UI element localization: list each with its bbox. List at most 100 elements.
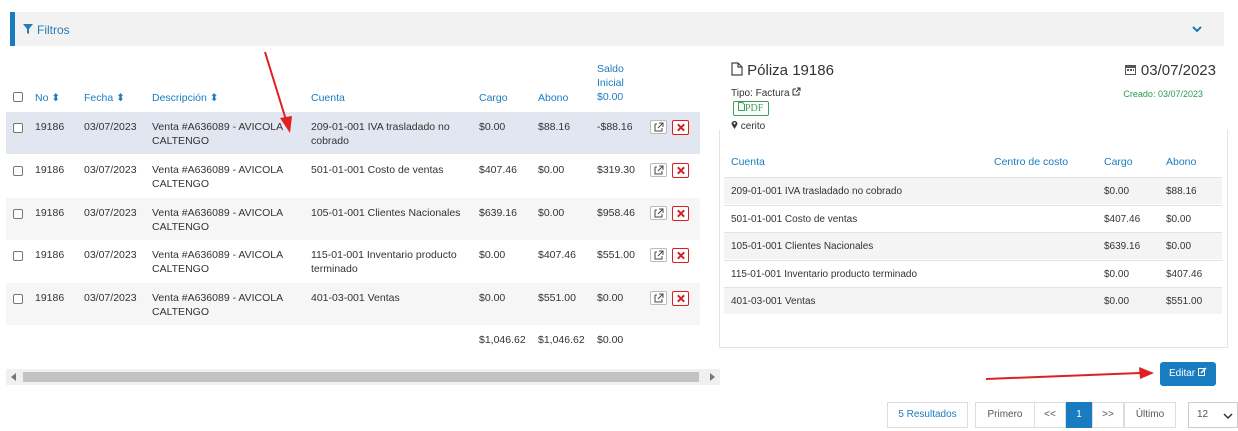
- open-external-button[interactable]: [650, 120, 667, 134]
- detail-row: 105-01-001 Clientes Nacionales $639.16 $0.…: [724, 232, 1222, 259]
- page-1-button[interactable]: 1: [1066, 402, 1092, 428]
- delete-button[interactable]: [672, 248, 689, 263]
- cell-cuenta2: cobrado: [311, 135, 349, 147]
- delete-button[interactable]: [672, 163, 689, 178]
- prev-page-button[interactable]: <<: [1034, 402, 1066, 428]
- detail-row: 209-01-001 IVA trasladado no cobrado $0.0…: [724, 177, 1222, 204]
- select-all-checkbox[interactable]: [13, 92, 23, 102]
- edit-label: Editar: [1169, 368, 1196, 379]
- detail-cell-cargo: $0.00: [1104, 296, 1130, 307]
- header-fecha[interactable]: Fecha ⬍: [84, 91, 125, 105]
- delete-button[interactable]: [672, 206, 689, 221]
- delete-button[interactable]: [672, 291, 689, 306]
- next-page-button[interactable]: >>: [1092, 402, 1124, 428]
- poliza-date: 03/07/2023: [1124, 62, 1216, 79]
- header-saldo-line2: Inicial: [597, 77, 624, 89]
- table-row[interactable]: 19186 03/07/2023 Venta #A636089 - AVICOLA C…: [6, 112, 700, 154]
- total-abono: $1,046.62: [538, 334, 585, 346]
- open-external-button[interactable]: [650, 163, 667, 177]
- table-row[interactable]: 19186 03/07/2023 Venta #A636089 - AVICOLA C…: [6, 240, 700, 282]
- detail-cell-cargo: $407.46: [1104, 213, 1141, 225]
- header-fecha-label: Fecha: [84, 92, 114, 104]
- chevron-down-icon[interactable]: [1190, 22, 1204, 36]
- cell-fecha: 03/07/2023: [84, 207, 137, 219]
- last-page-button[interactable]: Último: [1124, 402, 1176, 428]
- sort-icon: ⬍: [116, 92, 125, 104]
- detail-cell-cuenta: 105-01-001 Clientes Nacionales: [731, 241, 874, 252]
- detail-row: 401-03-001 Ventas $0.00 $551.00: [724, 287, 1222, 314]
- poliza-tipo-text: Tipo: Factura: [731, 88, 790, 99]
- detail-cell-cuenta: 401-03-001 Ventas: [731, 296, 816, 307]
- cell-saldo: $958.46: [597, 207, 635, 219]
- results-count: 5 Resultados: [887, 402, 968, 428]
- edit-button[interactable]: Editar: [1160, 362, 1216, 386]
- row-checkbox[interactable]: [13, 123, 23, 133]
- scroll-right-icon[interactable]: [710, 373, 715, 381]
- detail-row: 115-01-001 Inventario producto terminado…: [724, 259, 1222, 287]
- cell-desc1: Venta #A636089 - AVICOLA: [152, 292, 284, 304]
- external-link-icon: [654, 122, 664, 132]
- cell-no: 19186: [35, 207, 65, 219]
- cell-abono: $407.46: [538, 249, 576, 261]
- horizontal-scrollbar[interactable]: [6, 369, 720, 385]
- pdf-label: PDF: [745, 103, 764, 114]
- cell-no: 19186: [35, 292, 65, 304]
- cell-saldo: $551.00: [597, 249, 635, 261]
- cell-cuenta1: 115-01-001 Inventario producto: [311, 249, 457, 261]
- total-cargo: $1,046.62: [479, 334, 526, 346]
- cell-desc2: CALTENGO: [152, 263, 209, 275]
- row-checkbox[interactable]: [13, 251, 23, 261]
- cell-cargo: $639.16: [479, 207, 517, 219]
- page-size-select[interactable]: 12: [1188, 402, 1238, 428]
- poliza-creado: Creado: 03/07/2023: [1123, 89, 1203, 99]
- cell-abono: $0.00: [538, 164, 565, 176]
- first-page-button[interactable]: Primero: [975, 402, 1035, 428]
- filter-icon: [23, 24, 33, 34]
- cell-desc1: Venta #A636089 - AVICOLA: [152, 164, 284, 176]
- cell-fecha: 03/07/2023: [84, 249, 137, 261]
- cell-desc1: Venta #A636089 - AVICOLA: [152, 249, 284, 261]
- detail-header-cuenta: Cuenta: [731, 156, 765, 168]
- detail-cell-cargo: $0.00: [1104, 186, 1130, 197]
- detail-cell-abono: $551.00: [1166, 296, 1203, 307]
- detail-cell-cuenta: 115-01-001 Inventario producto terminado: [731, 268, 918, 280]
- table-row[interactable]: 19186 03/07/2023 Venta #A636089 - AVICOLA C…: [6, 198, 700, 240]
- detail-cell-abono: $0.00: [1166, 241, 1192, 252]
- poliza-tipo: Tipo: Factura: [731, 87, 801, 99]
- cell-abono: $551.00: [538, 292, 576, 304]
- cell-desc2: CALTENGO: [152, 221, 209, 233]
- cell-abono: $88.16: [538, 121, 571, 133]
- external-link-icon[interactable]: [792, 87, 801, 96]
- pdf-button[interactable]: PDF: [733, 101, 769, 116]
- header-descripcion-label: Descripción: [152, 92, 207, 104]
- cell-desc2: CALTENGO: [152, 306, 209, 318]
- detail-cell-abono: $407.46: [1166, 268, 1203, 280]
- cell-saldo: $0.00: [597, 292, 624, 304]
- scroll-thumb[interactable]: [23, 372, 699, 382]
- row-checkbox[interactable]: [13, 166, 23, 176]
- open-external-button[interactable]: [650, 248, 667, 262]
- header-no[interactable]: No ⬍: [35, 91, 60, 105]
- cell-saldo: -$88.16: [597, 121, 633, 133]
- cell-saldo: $319.30: [597, 164, 635, 176]
- pdf-file-icon: [738, 102, 745, 111]
- cell-no: 19186: [35, 121, 65, 133]
- open-external-button[interactable]: [650, 206, 667, 220]
- table-row[interactable]: 19186 03/07/2023 Venta #A636089 - AVICOLA C…: [6, 155, 700, 197]
- delete-button[interactable]: [672, 120, 689, 135]
- filters-bar[interactable]: Filtros: [10, 12, 1224, 46]
- header-descripcion[interactable]: Descripción ⬍: [152, 91, 219, 105]
- detail-header-cargo: Cargo: [1104, 156, 1133, 168]
- document-icon: [731, 62, 743, 76]
- total-saldo: $0.00: [597, 334, 624, 346]
- detail-cell-cuenta: 209-01-001 IVA trasladado no cobrado: [731, 186, 903, 197]
- row-checkbox[interactable]: [13, 209, 23, 219]
- scroll-left-icon[interactable]: [11, 373, 16, 381]
- header-saldo-line1: Saldo: [597, 63, 624, 75]
- annotation-arrow-line: [264, 51, 287, 121]
- detail-header-centro: Centro de costo: [994, 156, 1069, 168]
- row-checkbox[interactable]: [13, 294, 23, 304]
- cell-cuenta2: terminado: [311, 263, 358, 275]
- table-row[interactable]: 19186 03/07/2023 Venta #A636089 - AVICOLA C…: [6, 283, 700, 325]
- open-external-button[interactable]: [650, 291, 667, 305]
